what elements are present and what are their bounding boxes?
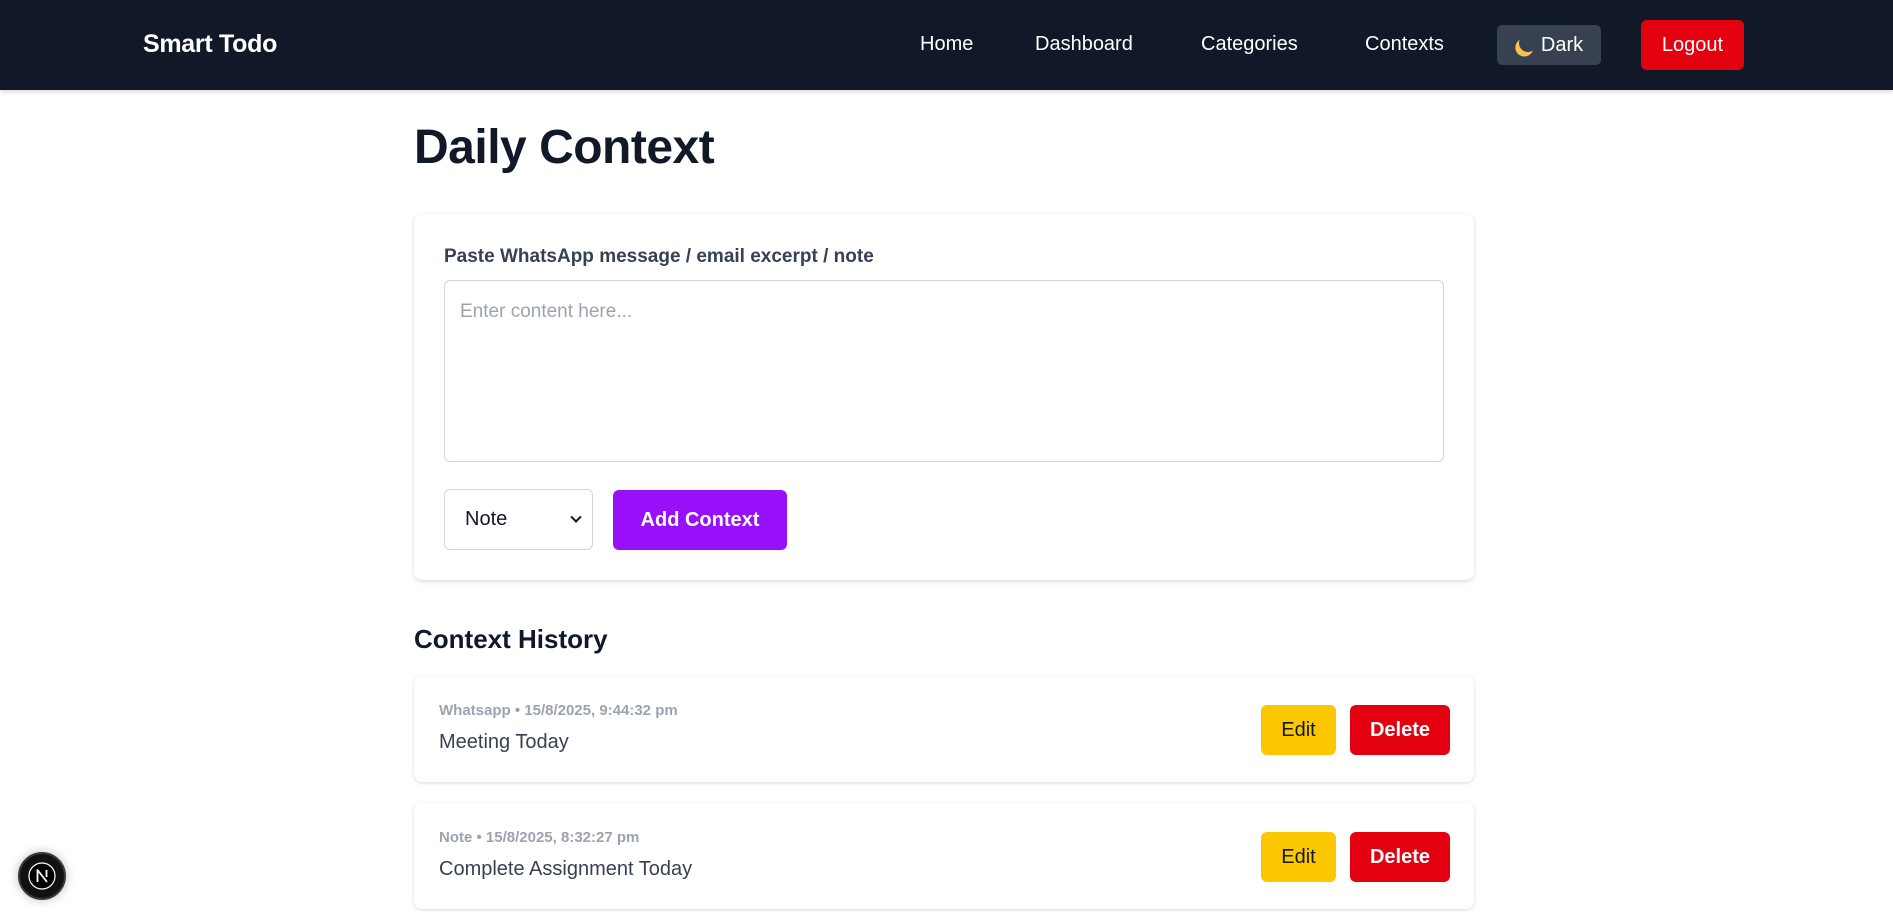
- theme-toggle-button[interactable]: Dark: [1497, 25, 1601, 65]
- context-item-meta: Note • 15/8/2025, 8:32:27 pm: [439, 829, 640, 846]
- theme-toggle-label: Dark: [1540, 33, 1584, 56]
- context-item-text: Meeting Today: [439, 731, 569, 753]
- nav-link-contexts[interactable]: Contexts: [1365, 33, 1444, 56]
- add-context-button[interactable]: Add Context: [613, 490, 787, 550]
- context-history-heading: Context History: [414, 624, 608, 654]
- nextjs-dev-indicator[interactable]: [18, 852, 66, 900]
- context-history-item: Note • 15/8/2025, 8:32:27 pm Complete As…: [414, 803, 1474, 909]
- logout-button[interactable]: Logout: [1641, 20, 1744, 70]
- add-context-card: Paste WhatsApp message / email excerpt /…: [414, 214, 1474, 580]
- chevron-down-icon: [570, 511, 582, 523]
- context-history-item: Whatsapp • 15/8/2025, 9:44:32 pm Meeting…: [414, 676, 1474, 782]
- edit-button[interactable]: Edit: [1261, 705, 1336, 755]
- context-item-meta: Whatsapp • 15/8/2025, 9:44:32 pm: [439, 702, 678, 719]
- delete-button[interactable]: Delete: [1350, 832, 1450, 882]
- context-type-select[interactable]: Note: [444, 489, 593, 550]
- nav-link-home[interactable]: Home: [920, 33, 973, 56]
- page-title: Daily Context: [414, 121, 715, 174]
- nextjs-logo-icon: [28, 862, 56, 890]
- content-textarea[interactable]: [444, 280, 1444, 462]
- delete-button[interactable]: Delete: [1350, 705, 1450, 755]
- context-type-value: Note: [465, 508, 508, 530]
- moon-icon: [1516, 31, 1539, 54]
- nav-link-categories[interactable]: Categories: [1201, 33, 1298, 56]
- brand-logo[interactable]: Smart Todo: [143, 30, 277, 59]
- top-navbar: Smart Todo Home Dashboard Categories Con…: [0, 0, 1893, 90]
- content-field-label: Paste WhatsApp message / email excerpt /…: [444, 246, 874, 267]
- edit-button[interactable]: Edit: [1261, 832, 1336, 882]
- nav-link-dashboard[interactable]: Dashboard: [1035, 33, 1133, 56]
- context-item-text: Complete Assignment Today: [439, 858, 693, 880]
